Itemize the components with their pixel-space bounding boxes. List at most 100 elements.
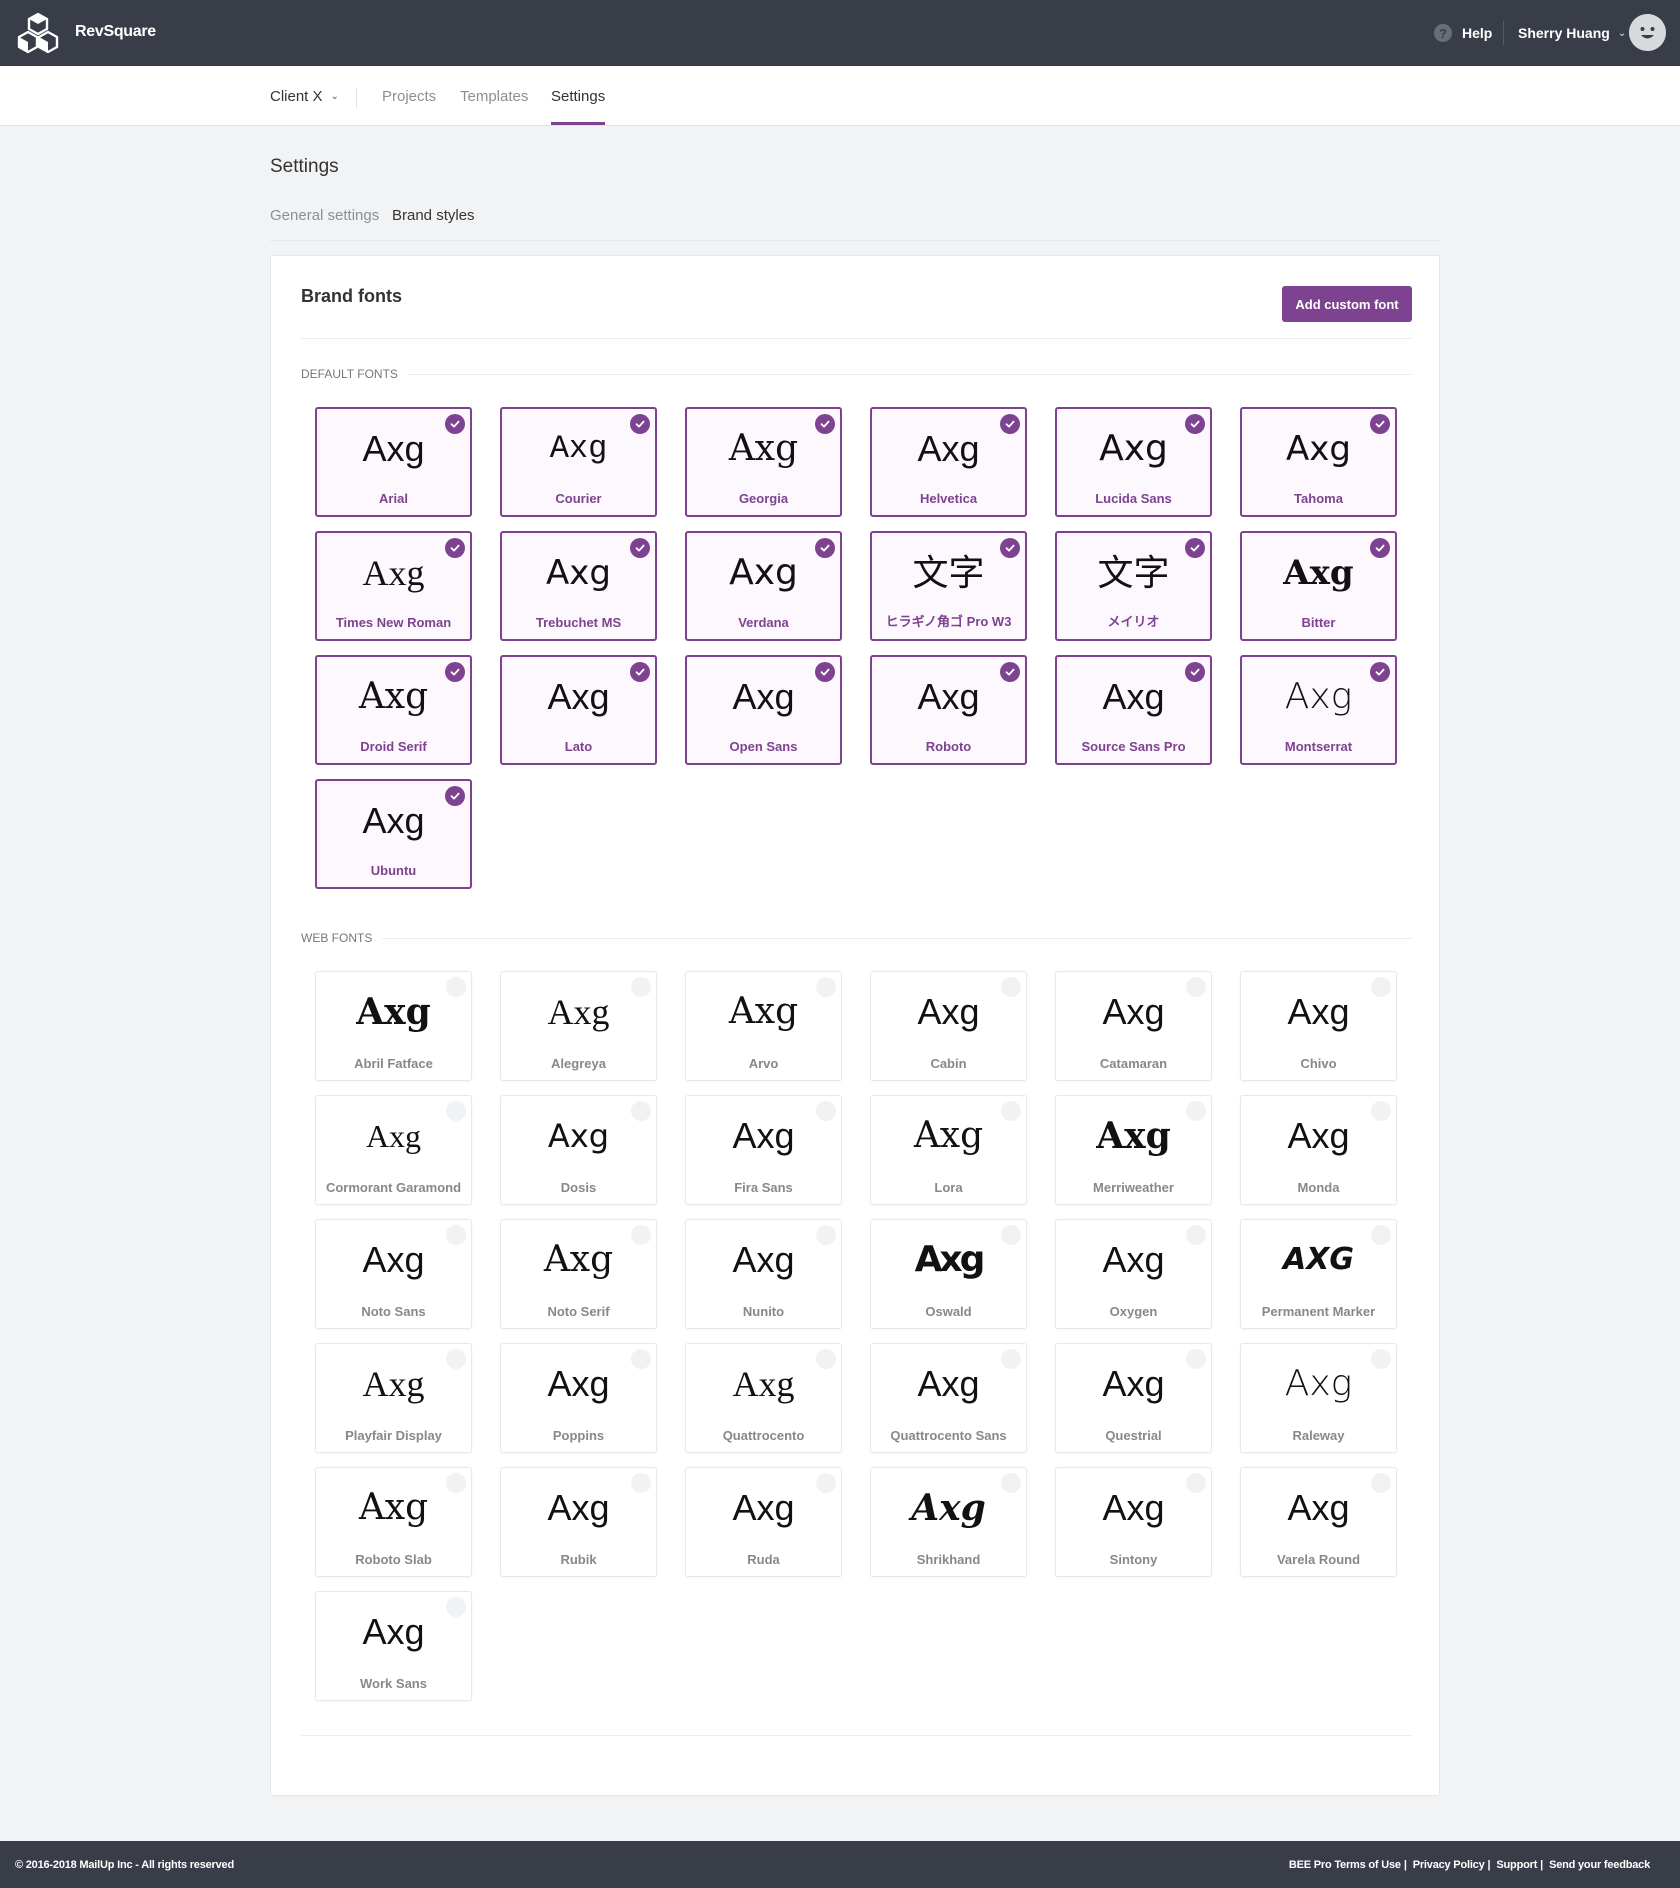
checkmark-icon[interactable] xyxy=(446,1473,466,1493)
checkmark-icon[interactable] xyxy=(1000,662,1020,682)
checkmark-icon[interactable] xyxy=(445,414,465,434)
checkmark-icon[interactable] xyxy=(446,1225,466,1245)
font-tile[interactable]: Axg Verdana xyxy=(685,531,842,641)
font-tile[interactable]: Axg Tahoma xyxy=(1240,407,1397,517)
font-tile[interactable]: Axg Fira Sans xyxy=(685,1095,842,1205)
font-tile[interactable]: Axg Catamaran xyxy=(1055,971,1212,1081)
font-tile[interactable]: Axg Cabin xyxy=(870,971,1027,1081)
font-tile[interactable]: Axg Source Sans Pro xyxy=(1055,655,1212,765)
font-tile[interactable]: Axg Chivo xyxy=(1240,971,1397,1081)
checkmark-icon[interactable] xyxy=(631,977,651,997)
support-link[interactable]: Support xyxy=(1496,1859,1537,1871)
font-tile[interactable]: Axg Rubik xyxy=(500,1467,657,1577)
checkmark-icon[interactable] xyxy=(1185,662,1205,682)
checkmark-icon[interactable] xyxy=(631,1101,651,1121)
font-tile[interactable]: Axg Times New Roman xyxy=(315,531,472,641)
checkmark-icon[interactable] xyxy=(815,662,835,682)
checkmark-icon[interactable] xyxy=(1370,662,1390,682)
checkmark-icon[interactable] xyxy=(1370,414,1390,434)
checkmark-icon[interactable] xyxy=(1186,1349,1206,1369)
font-tile[interactable]: Axg Monda xyxy=(1240,1095,1397,1205)
font-tile[interactable]: Axg Ubuntu xyxy=(315,779,472,889)
checkmark-icon[interactable] xyxy=(815,538,835,558)
checkmark-icon[interactable] xyxy=(1370,538,1390,558)
checkmark-icon[interactable] xyxy=(1000,414,1020,434)
font-tile[interactable]: Axg Abril Fatface xyxy=(315,971,472,1081)
checkmark-icon[interactable] xyxy=(1001,1349,1021,1369)
font-tile[interactable]: Axg Trebuchet MS xyxy=(500,531,657,641)
font-tile[interactable]: Axg Arvo xyxy=(685,971,842,1081)
checkmark-icon[interactable] xyxy=(816,1473,836,1493)
font-tile[interactable]: Axg Noto Sans xyxy=(315,1219,472,1329)
font-tile[interactable]: Axg Nunito xyxy=(685,1219,842,1329)
font-tile[interactable]: Axg Oxygen xyxy=(1055,1219,1212,1329)
checkmark-icon[interactable] xyxy=(631,1349,651,1369)
checkmark-icon[interactable] xyxy=(1185,538,1205,558)
client-selector[interactable]: Client X ⌄ xyxy=(270,88,339,105)
checkmark-icon[interactable] xyxy=(1185,414,1205,434)
font-tile[interactable]: Axg Alegreya xyxy=(500,971,657,1081)
font-tile[interactable]: Axg Noto Serif xyxy=(500,1219,657,1329)
add-custom-font-button[interactable]: Add custom font xyxy=(1282,286,1412,322)
checkmark-icon[interactable] xyxy=(1371,1101,1391,1121)
font-tile[interactable]: Axg Poppins xyxy=(500,1343,657,1453)
checkmark-icon[interactable] xyxy=(631,1473,651,1493)
font-tile[interactable]: 文字 メイリオ xyxy=(1055,531,1212,641)
font-tile[interactable]: Axg Shrikhand xyxy=(870,1467,1027,1577)
tab-templates[interactable]: Templates xyxy=(460,88,528,105)
font-tile[interactable]: Axg Raleway xyxy=(1240,1343,1397,1453)
checkmark-icon[interactable] xyxy=(815,414,835,434)
font-tile[interactable]: Axg Roboto Slab xyxy=(315,1467,472,1577)
checkmark-icon[interactable] xyxy=(1001,1225,1021,1245)
checkmark-icon[interactable] xyxy=(1000,538,1020,558)
font-tile[interactable]: 文字 ヒラギノ角ゴ Pro W3 xyxy=(870,531,1027,641)
tab-brand-styles[interactable]: Brand styles xyxy=(392,207,475,224)
checkmark-icon[interactable] xyxy=(1001,977,1021,997)
font-tile[interactable]: Axg Cormorant Garamond xyxy=(315,1095,472,1205)
font-tile[interactable]: Axg Sintony xyxy=(1055,1467,1212,1577)
font-tile[interactable]: Axg Varela Round xyxy=(1240,1467,1397,1577)
font-tile[interactable]: Axg Lora xyxy=(870,1095,1027,1205)
font-tile[interactable]: Axg Bitter xyxy=(1240,531,1397,641)
font-tile[interactable]: Axg Oswald xyxy=(870,1219,1027,1329)
font-tile[interactable]: Axg Dosis xyxy=(500,1095,657,1205)
font-tile[interactable]: Axg Helvetica xyxy=(870,407,1027,517)
checkmark-icon[interactable] xyxy=(446,1349,466,1369)
tab-projects[interactable]: Projects xyxy=(382,88,436,105)
font-tile[interactable]: Axg Ruda xyxy=(685,1467,842,1577)
checkmark-icon[interactable] xyxy=(630,414,650,434)
font-tile[interactable]: Axg Georgia xyxy=(685,407,842,517)
tab-general-settings[interactable]: General settings xyxy=(270,207,379,224)
checkmark-icon[interactable] xyxy=(445,786,465,806)
checkmark-icon[interactable] xyxy=(816,977,836,997)
checkmark-icon[interactable] xyxy=(1371,1349,1391,1369)
font-tile[interactable]: Axg Playfair Display xyxy=(315,1343,472,1453)
checkmark-icon[interactable] xyxy=(816,1101,836,1121)
font-tile[interactable]: Axg Montserrat xyxy=(1240,655,1397,765)
checkmark-icon[interactable] xyxy=(1186,1225,1206,1245)
font-tile[interactable]: AXG Permanent Marker xyxy=(1240,1219,1397,1329)
checkmark-icon[interactable] xyxy=(446,1101,466,1121)
checkmark-icon[interactable] xyxy=(630,538,650,558)
checkmark-icon[interactable] xyxy=(816,1225,836,1245)
user-menu[interactable]: Sherry Huang ⌄ xyxy=(1518,25,1626,41)
checkmark-icon[interactable] xyxy=(445,662,465,682)
checkmark-icon[interactable] xyxy=(446,977,466,997)
feedback-link[interactable]: Send your feedback xyxy=(1549,1859,1650,1871)
font-tile[interactable]: Axg Arial xyxy=(315,407,472,517)
checkmark-icon[interactable] xyxy=(630,662,650,682)
checkmark-icon[interactable] xyxy=(1371,1473,1391,1493)
checkmark-icon[interactable] xyxy=(1186,1473,1206,1493)
font-tile[interactable]: Axg Questrial xyxy=(1055,1343,1212,1453)
font-tile[interactable]: Axg Quattrocento Sans xyxy=(870,1343,1027,1453)
checkmark-icon[interactable] xyxy=(1371,1225,1391,1245)
revsquare-logo-icon[interactable] xyxy=(16,12,60,56)
checkmark-icon[interactable] xyxy=(445,538,465,558)
avatar[interactable] xyxy=(1629,14,1666,51)
font-tile[interactable]: Axg Merriweather xyxy=(1055,1095,1212,1205)
font-tile[interactable]: Axg Work Sans xyxy=(315,1591,472,1701)
font-tile[interactable]: Axg Lato xyxy=(500,655,657,765)
font-tile[interactable]: Axg Droid Serif xyxy=(315,655,472,765)
font-tile[interactable]: Axg Courier xyxy=(500,407,657,517)
privacy-link[interactable]: Privacy Policy xyxy=(1413,1859,1485,1871)
